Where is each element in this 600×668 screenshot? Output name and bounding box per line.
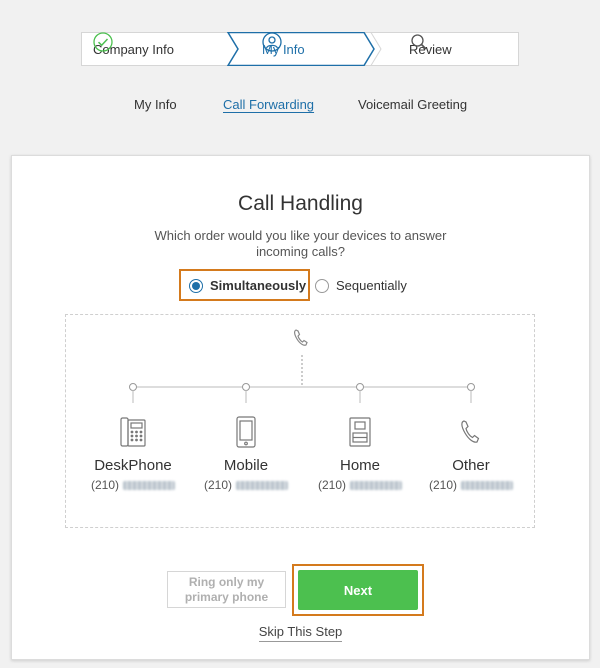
device-mobile[interactable]: Mobile (210): [191, 415, 301, 492]
device-number: (210): [305, 478, 415, 492]
radio-simultaneously[interactable]: Simultaneously: [189, 278, 306, 293]
step-review[interactable]: Review: [409, 32, 452, 66]
search-icon: [411, 34, 427, 50]
device-diagram: DeskPhone (210) Mobile (210) Home (210): [65, 314, 535, 528]
question-text: Which order would you like your devices …: [154, 228, 447, 259]
page-title: Call Handling: [238, 192, 363, 215]
user-circle-icon: [262, 32, 282, 52]
device-name: Home: [339, 457, 380, 474]
skip-step-link[interactable]: Skip This Step: [258, 624, 343, 642]
radio-sequentially[interactable]: Sequentially: [315, 278, 407, 293]
device-number: (210): [78, 478, 188, 492]
device-name: DeskPhone: [94, 457, 172, 474]
home-phone-icon: [349, 417, 371, 447]
radio-dot[interactable]: [315, 278, 329, 293]
progress-stepper: Company Info My Info Review: [81, 32, 519, 66]
step-company-info[interactable]: Company Info: [93, 32, 174, 66]
redacted-number: [461, 481, 513, 491]
incoming-call-icon: [294, 329, 308, 346]
step-my-info[interactable]: My Info: [262, 32, 305, 66]
device-other[interactable]: Other (210): [416, 415, 526, 492]
phone-handset-icon: [461, 420, 480, 443]
skip-step: Skip This Step: [12, 624, 589, 642]
radio-label: Simultaneously: [210, 278, 307, 293]
ring-primary-phone-button[interactable]: Ring only my primary phone: [167, 571, 286, 608]
radio-label: Sequentially: [336, 278, 407, 293]
mobile-phone-icon: [236, 416, 256, 448]
device-name: Other: [452, 457, 490, 474]
desk-phone-icon: [120, 417, 146, 447]
check-circle-icon: [93, 32, 113, 52]
device-number: (210): [191, 478, 301, 492]
device-name: Mobile: [223, 457, 269, 474]
redacted-number: [350, 481, 402, 491]
redacted-number: [123, 481, 175, 491]
device-home[interactable]: Home (210): [305, 415, 415, 492]
device-number: (210): [416, 478, 526, 492]
subnav-my-info[interactable]: My Info: [134, 97, 177, 112]
subnav-call-forwarding[interactable]: Call Forwarding: [223, 97, 314, 112]
call-handling-card: Call Handling Which order would you like…: [11, 155, 590, 660]
device-deskphone[interactable]: DeskPhone (210): [78, 415, 188, 492]
next-button[interactable]: Next: [298, 570, 418, 610]
subnav-voicemail-greeting[interactable]: Voicemail Greeting: [358, 97, 467, 112]
radio-dot[interactable]: [189, 278, 203, 293]
redacted-number: [236, 481, 288, 491]
